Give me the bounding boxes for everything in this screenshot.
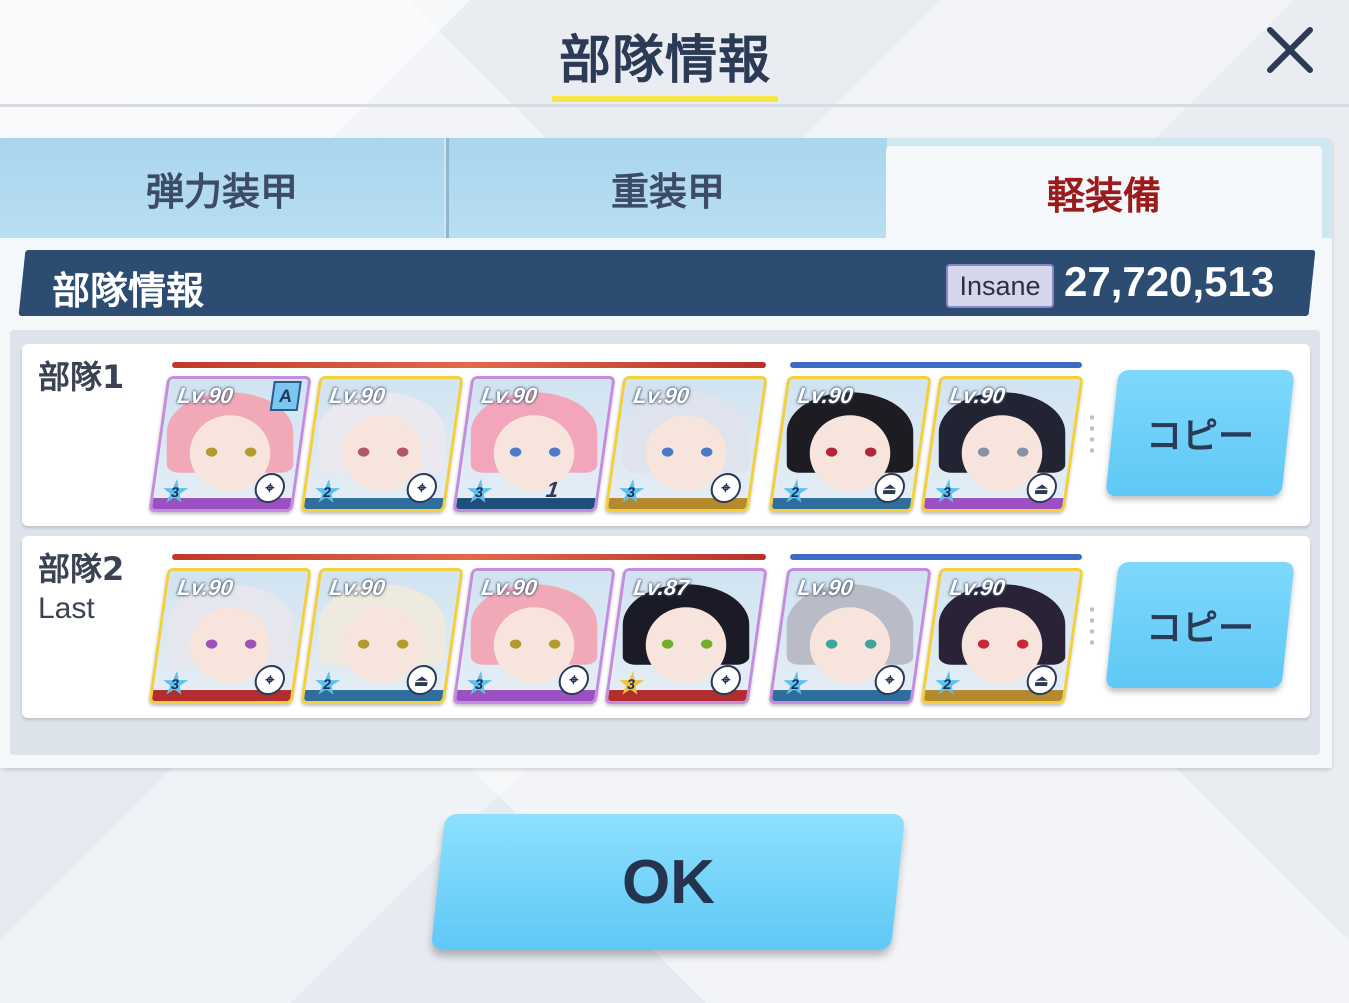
card-bottom-bar <box>606 498 766 512</box>
student-card[interactable]: Lv.90 3 ⌖ <box>452 568 616 704</box>
copy-button[interactable]: コピー <box>1105 562 1295 688</box>
portrait-eyes <box>826 639 877 648</box>
student-card[interactable]: Lv.90 3 ⏏ <box>920 376 1084 512</box>
dialog-title: 部隊情報 <box>558 31 771 91</box>
card-bottom-bar <box>922 690 1082 704</box>
special-line <box>790 362 1082 368</box>
level-label: Lv.90 <box>948 575 1007 600</box>
title-underline <box>552 96 778 102</box>
portrait-eyes <box>662 447 713 456</box>
card-bottom-bar <box>150 690 310 704</box>
card-bottom-bar <box>150 498 310 512</box>
level-label: Lv.90 <box>328 383 387 408</box>
squad-label: 部隊2 <box>38 550 125 588</box>
copy-button[interactable]: コピー <box>1105 370 1295 496</box>
student-card[interactable]: Lv.90 3 ⌖ <box>604 376 768 512</box>
squad-row-2: 部隊2 Last コピー Lv.90 3 ⌖ Lv.90 2 ⏏ Lv.90 3… <box>22 536 1310 718</box>
level-label: Lv.90 <box>480 383 539 408</box>
student-card[interactable]: Lv.90 3 ⌖ <box>148 568 312 704</box>
level-label: Lv.90 <box>328 575 387 600</box>
tab-content: 部隊情報 Insane 27,720,513 部隊1 コピー Lv.90 3 ⌖ <box>0 238 1332 768</box>
dialog-header: 部隊情報 <box>0 0 1349 107</box>
student-card[interactable]: Lv.90 2 ⏏ <box>768 376 932 512</box>
difficulty-badge: Insane <box>946 264 1054 308</box>
level-label: Lv.90 <box>632 383 691 408</box>
squad-row-1: 部隊1 コピー Lv.90 3 ⌖ A Lv.90 2 ⌖ Lv.90 3 1 … <box>22 344 1310 526</box>
portrait-eyes <box>662 639 713 648</box>
student-card[interactable]: Lv.90 2 ⌖ <box>768 568 932 704</box>
level-label: Lv.90 <box>176 383 235 408</box>
portrait-eyes <box>978 447 1029 456</box>
student-card[interactable]: Lv.87 3 ⌖ <box>604 568 768 704</box>
level-label: Lv.90 <box>480 575 539 600</box>
squad-list: 部隊1 コピー Lv.90 3 ⌖ A Lv.90 2 ⌖ Lv.90 3 1 … <box>10 330 1320 755</box>
portrait-eyes <box>826 447 877 456</box>
student-card[interactable]: Lv.90 3 ⌖ A <box>148 376 312 512</box>
portrait-eyes <box>510 639 561 648</box>
card-bottom-bar <box>606 690 766 704</box>
special-line <box>790 554 1082 560</box>
close-icon[interactable] <box>1262 22 1318 78</box>
student-card[interactable]: Lv.90 2 ⏏ <box>920 568 1084 704</box>
card-bottom-bar <box>770 690 930 704</box>
level-label: Lv.87 <box>632 575 691 600</box>
portrait-eyes <box>206 447 257 456</box>
tab-light-armor[interactable]: 軽装備 <box>886 146 1322 238</box>
portrait-eyes <box>358 639 409 648</box>
card-bottom-bar <box>302 498 462 512</box>
portrait-eyes <box>358 447 409 456</box>
header-title: 部隊情報 <box>52 269 205 313</box>
squad-info-panel: 弾力装甲 重装甲 軽装備 部隊情報 Insane 27,720,513 部隊1 … <box>0 138 1332 768</box>
student-card[interactable]: Lv.90 2 ⏏ <box>300 568 464 704</box>
card-bottom-bar <box>922 498 1082 512</box>
level-label: Lv.90 <box>796 383 855 408</box>
student-card[interactable]: Lv.90 2 ⌖ <box>300 376 464 512</box>
portrait-eyes <box>510 447 561 456</box>
copy-label: コピー <box>1145 416 1254 457</box>
level-label: Lv.90 <box>796 575 855 600</box>
tab-bar: 弾力装甲 重装甲 軽装備 <box>0 138 1332 238</box>
squad-sublabel: Last <box>38 592 95 625</box>
assist-badge: A <box>269 381 302 411</box>
ok-button[interactable]: OK <box>430 814 906 950</box>
card-bottom-bar <box>302 690 462 704</box>
squad-label: 部隊1 <box>38 358 125 396</box>
portrait-eyes <box>206 639 257 648</box>
divider-dots <box>1090 412 1094 456</box>
striker-line <box>172 554 766 560</box>
tab-heavy-armor[interactable]: 重装甲 <box>446 138 887 238</box>
card-bottom-bar <box>770 498 930 512</box>
title-divider <box>0 104 1349 107</box>
tab-elastic-armor[interactable]: 弾力装甲 <box>0 138 444 238</box>
card-bottom-bar <box>454 498 614 512</box>
divider-dots <box>1090 604 1094 648</box>
copy-label: コピー <box>1145 608 1254 649</box>
level-label: Lv.90 <box>948 383 1007 408</box>
level-label: Lv.90 <box>176 575 235 600</box>
card-bottom-bar <box>454 690 614 704</box>
close-button[interactable] <box>1262 22 1318 78</box>
ok-label: OK <box>621 847 715 917</box>
striker-line <box>172 362 766 368</box>
score-value: 27,720,513 <box>1064 258 1275 305</box>
portrait-eyes <box>978 639 1029 648</box>
student-card[interactable]: Lv.90 3 1 <box>452 376 616 512</box>
